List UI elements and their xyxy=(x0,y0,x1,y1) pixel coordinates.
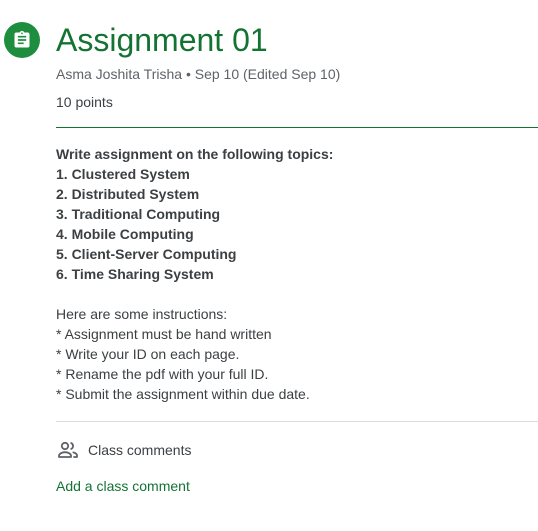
topic-item: 3. Traditional Computing xyxy=(56,206,221,222)
topic-item: 2. Distributed System xyxy=(56,186,200,202)
instructions-heading: Here are some instructions: xyxy=(56,306,228,322)
instruction-item: * Assignment must be hand written xyxy=(56,326,272,342)
instruction-item: * Write your ID on each page. xyxy=(56,346,240,362)
class-comments-label: Class comments xyxy=(88,442,192,458)
add-class-comment-button[interactable]: Add a class comment xyxy=(56,476,190,496)
assignment-page: Assignment 01 Asma Joshita Trisha • Sep … xyxy=(0,0,538,531)
instruction-item: * Rename the pdf with your full ID. xyxy=(56,366,269,382)
description-intro: Write assignment on the following topics… xyxy=(56,146,334,162)
topic-item: 1. Clustered System xyxy=(56,166,190,182)
topic-item: 6. Time Sharing System xyxy=(56,266,214,282)
assignment-clipboard-icon xyxy=(4,22,40,58)
page-title: Assignment 01 xyxy=(56,22,268,58)
assignment-description: Write assignment on the following topics… xyxy=(56,144,526,404)
instruction-item: * Submit the assignment within due date. xyxy=(56,386,310,402)
topic-item: 4. Mobile Computing xyxy=(56,226,194,242)
header-divider xyxy=(56,127,538,128)
people-icon xyxy=(56,438,80,462)
assignment-points: 10 points xyxy=(56,94,113,110)
class-comments-header: Class comments xyxy=(56,438,191,462)
assignment-meta: Asma Joshita Trisha • Sep 10 (Edited Sep… xyxy=(56,66,341,82)
topic-item: 5. Client-Server Computing xyxy=(56,246,237,262)
comments-divider xyxy=(56,421,538,422)
